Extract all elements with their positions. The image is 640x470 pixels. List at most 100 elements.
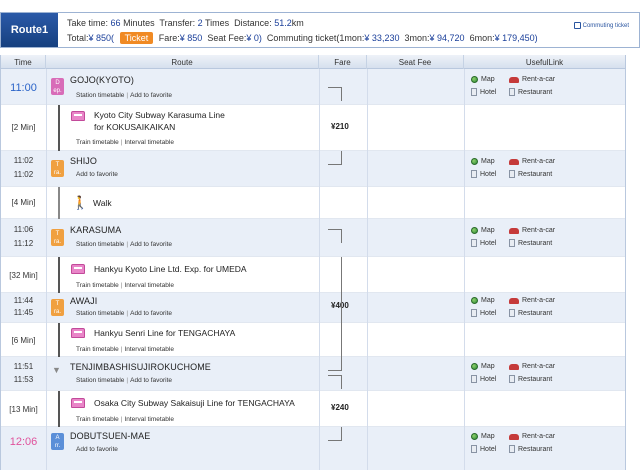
add-favorite-link[interactable]: Add to favorite [130,377,172,384]
segment-fare: ¥240 [331,403,349,412]
rentacar-link[interactable]: Rent-a-car [509,76,555,83]
station-name[interactable]: AWAJI [70,296,97,306]
arrival-time: 11:44 [13,296,34,305]
route-tab[interactable]: Route1 [1,13,58,47]
map-icon [471,297,478,304]
hotel-link[interactable]: Hotel [471,445,496,453]
commuting-3mon-label: 3mon: [404,33,430,43]
commuting-label: Commuting ticket(1mon: [266,33,365,43]
ticket-badge: Ticket [119,32,154,44]
departure-time: 11:45 [13,308,34,317]
station-name[interactable]: KARASUMA [70,225,121,235]
commuting-ticket-link[interactable]: Commuting ticket [573,22,629,29]
restaurant-icon [509,445,515,453]
restaurant-icon [509,239,515,247]
interval-timetable-link[interactable]: Interval timetable [124,416,174,423]
hotel-link[interactable]: Hotel [471,239,496,247]
rentacar-link[interactable]: Rent-a-car [509,433,555,440]
train-timetable-link[interactable]: Train timetable [76,346,119,353]
station-name[interactable]: SHIJO [70,156,97,166]
map-link[interactable]: Map [471,363,495,370]
map-icon [471,227,478,234]
line-name[interactable]: Osaka City Subway Sakaisuji Line for TEN… [94,398,295,408]
distance-value: 51.2 [274,18,292,28]
route-line [58,391,60,427]
train-timetable-link[interactable]: Train timetable [76,416,119,423]
add-favorite-link[interactable]: Add to favorite [76,171,118,178]
add-favorite-link[interactable]: Add to favorite [76,446,118,453]
hotel-link[interactable]: Hotel [471,375,496,383]
rentacar-link[interactable]: Rent-a-car [509,363,555,370]
interval-timetable-link[interactable]: Interval timetable [124,139,174,146]
hotel-icon [471,88,477,96]
map-link[interactable]: Map [471,297,495,304]
station-name[interactable]: TENJIMBASHISUJIROKUCHOME [70,362,211,372]
hotel-icon [471,309,477,317]
train-links: Train timetable | Interval timetable [76,416,174,423]
add-favorite-link[interactable]: Add to favorite [130,310,172,317]
line-name[interactable]: Hankyu Senri Line for TENGACHAYA [94,328,235,338]
seat-fee-value: ¥ 0) [246,33,262,43]
commuting-6mon: ¥ 179,450) [494,33,538,43]
transfer-badge: Tra. [51,299,64,316]
hotel-link[interactable]: Hotel [471,170,496,178]
column-divider [367,69,368,470]
map-icon [471,363,478,370]
map-link[interactable]: Map [471,158,495,165]
station-name[interactable]: DOBUTSUEN-MAE [70,431,150,441]
restaurant-label: Restaurant [518,375,553,383]
car-icon [509,227,519,234]
station-timetable-link[interactable]: Station timetable [76,92,124,99]
rentacar-link[interactable]: Rent-a-car [509,297,555,304]
interval-timetable-link[interactable]: Interval timetable [124,346,174,353]
restaurant-label: Restaurant [518,309,553,317]
restaurant-link[interactable]: Restaurant [509,445,552,453]
restaurant-icon [509,170,515,178]
station-timetable-link[interactable]: Station timetable [76,241,124,248]
restaurant-link[interactable]: Restaurant [509,88,552,96]
station-name[interactable]: GOJO(KYOTO) [70,75,134,85]
interval-timetable-link[interactable]: Interval timetable [124,282,174,289]
restaurant-icon [509,375,515,383]
restaurant-link[interactable]: Restaurant [509,239,552,247]
train-timetable-link[interactable]: Train timetable [76,282,119,289]
restaurant-link[interactable]: Restaurant [509,309,552,317]
segment-duration: [13 Min] [9,405,38,414]
line-name[interactable]: Kyoto City Subway Karasuma Line [94,110,225,120]
map-link[interactable]: Map [471,76,495,83]
fare-value: ¥ 850 [179,33,203,43]
hotel-icon [471,239,477,247]
rentacar-link[interactable]: Rent-a-car [509,158,555,165]
station-timetable-link[interactable]: Station timetable [76,377,124,384]
station-row: 11:02 11:02 Tra. SHIJO Add to favorite M… [1,151,625,187]
hotel-link[interactable]: Hotel [471,88,496,96]
restaurant-link[interactable]: Restaurant [509,170,552,178]
fare-bracket [328,427,342,441]
map-link[interactable]: Map [471,433,495,440]
map-link[interactable]: Map [471,227,495,234]
line-name[interactable]: Hankyu Kyoto Line Ltd. Exp. for UMEDA [94,264,247,274]
train-icon [71,111,85,121]
restaurant-label: Restaurant [518,239,553,247]
hotel-label: Hotel [480,309,497,317]
add-favorite-link[interactable]: Add to favorite [130,92,172,99]
walk-icon: 🚶 [72,195,89,210]
station-row: 11:00 Dep. GOJO(KYOTO) Station timetable… [1,69,625,105]
commuting-3mon: ¥ 94,720 [429,33,465,43]
route-line [58,105,60,151]
link-separator: | [126,241,129,248]
restaurant-label: Restaurant [518,170,553,178]
header-useful-link: UsefulLink [525,57,564,67]
departure-badge: Dep. [51,78,64,95]
commuting-6mon-label: 6mon: [469,33,495,43]
train-icon [71,328,85,338]
hotel-link[interactable]: Hotel [471,309,496,317]
restaurant-icon [509,88,515,96]
restaurant-link[interactable]: Restaurant [509,375,552,383]
train-timetable-link[interactable]: Train timetable [76,139,119,146]
station-timetable-link[interactable]: Station timetable [76,310,124,317]
hotel-label: Hotel [480,375,497,383]
add-favorite-link[interactable]: Add to favorite [130,241,172,248]
rentacar-link[interactable]: Rent-a-car [509,227,555,234]
station-row: 11:51 11:53 ▼ TENJIMBASHISUJIROKUCHOME S… [1,357,625,391]
